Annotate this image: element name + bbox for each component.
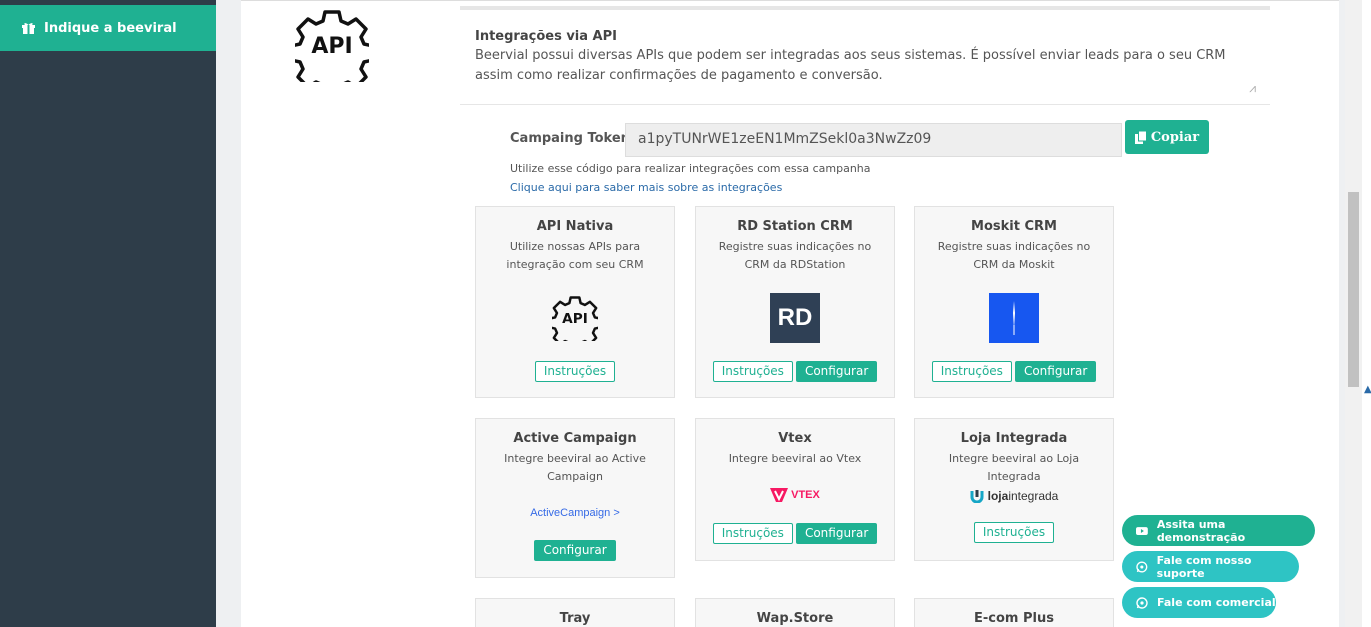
configurar-button[interactable]: Configurar xyxy=(1014,361,1097,382)
moskit-logo xyxy=(989,293,1039,343)
card-title: Loja Integrada xyxy=(960,431,1068,446)
card-title: Vtex xyxy=(778,431,812,446)
sidebar: Indique a beeviral xyxy=(0,0,216,627)
scrollbar-thumb[interactable] xyxy=(1348,192,1359,387)
token-help-text: Utilize esse código para realizar integr… xyxy=(510,162,871,175)
rd-station-logo: RD xyxy=(770,293,820,343)
card-title: E-com Plus xyxy=(974,611,1054,626)
card-title: Moskit CRM xyxy=(971,219,1057,234)
instrucoes-button[interactable]: Instruções xyxy=(712,523,793,544)
api-gear-icon: API xyxy=(552,296,598,341)
card-title: Wap.Store xyxy=(756,611,834,626)
card-wap-store: Wap.Store xyxy=(695,598,895,627)
instrucoes-button[interactable]: Instruções xyxy=(931,361,1012,382)
loja-integrada-logo: lojaintegrada xyxy=(970,489,1058,503)
card-description: Registre suas indicações no CRM da Moski… xyxy=(937,240,1091,271)
info-title: Integrações via API xyxy=(475,29,617,44)
loja-integrada-icon xyxy=(970,490,984,503)
whatsapp-icon xyxy=(1136,560,1148,573)
copy-button[interactable]: Copiar xyxy=(1125,120,1209,154)
svg-text:API: API xyxy=(311,34,352,59)
card-tray: Tray xyxy=(475,598,675,627)
instrucoes-button[interactable]: Instruções xyxy=(973,522,1055,543)
info-description: Beervial possui diversas APIs que podem … xyxy=(475,48,1226,83)
api-gear-icon: API xyxy=(295,10,369,82)
card-title: Active Campaign xyxy=(513,431,637,446)
card-description: Integre beeviral ao Loja Integrada xyxy=(948,452,1080,483)
card-rd-station: RD Station CRM Registre suas indicações … xyxy=(695,206,895,398)
arrow-icon: ▲ xyxy=(1364,384,1371,395)
instrucoes-button[interactable]: Instruções xyxy=(534,361,616,382)
card-api-nativa: API Nativa Utilize nossas APIs para inte… xyxy=(475,206,675,398)
configurar-button[interactable]: Configurar xyxy=(534,540,616,561)
resize-handle-icon[interactable]: ⩘ xyxy=(1249,81,1256,96)
card-title: RD Station CRM xyxy=(737,219,853,234)
configurar-button[interactable]: Configurar xyxy=(795,523,878,544)
card-vtex: Vtex Integre beeviral ao Vtex VTEX Instr… xyxy=(695,418,895,561)
sidebar-item-indique[interactable]: Indique a beeviral xyxy=(0,5,216,51)
card-ecom-plus: E-com Plus xyxy=(914,598,1114,627)
card-description: Registre suas indicações no CRM da RDSta… xyxy=(718,240,872,271)
instrucoes-button[interactable]: Instruções xyxy=(712,361,793,382)
token-field[interactable]: a1pyTUNrWE1zeEN1MmZSekl0a3NwZz09 xyxy=(625,123,1122,157)
sidebar-item-label: Indique a beeviral xyxy=(44,20,177,36)
card-loja-integrada: Loja Integrada Integre beeviral ao Loja … xyxy=(914,418,1114,561)
youtube-icon xyxy=(1136,526,1148,535)
card-title: Tray xyxy=(559,611,591,626)
svg-text:API: API xyxy=(562,311,588,327)
card-active-campaign: Active Campaign Integre beeviral ao Acti… xyxy=(475,418,675,578)
card-description: Integre beeviral ao Active Campaign xyxy=(504,452,646,483)
demo-button[interactable]: Assita uma demonstração xyxy=(1122,515,1315,546)
gift-icon xyxy=(22,22,35,34)
token-label: Campaing Token: xyxy=(510,131,636,146)
api-logo: API xyxy=(476,293,674,343)
sales-button[interactable]: Fale com comercial xyxy=(1122,587,1276,618)
api-info-box: Integrações via API Beervial possui dive… xyxy=(460,6,1270,105)
configurar-button[interactable]: Configurar xyxy=(795,361,878,382)
vtex-logo: VTEX xyxy=(770,488,820,502)
whatsapp-icon xyxy=(1136,596,1148,609)
active-campaign-logo: ActiveCampaign > xyxy=(530,507,620,519)
card-title: API Nativa xyxy=(536,219,614,234)
card-description: Utilize nossas APIs para integração com … xyxy=(506,240,644,271)
card-description: Integre beeviral ao Vtex xyxy=(728,452,862,465)
card-moskit: Moskit CRM Registre suas indicações no C… xyxy=(914,206,1114,398)
vtex-icon xyxy=(770,488,789,502)
copy-icon xyxy=(1134,130,1147,144)
integrations-help-link[interactable]: Clique aqui para saber mais sobre as int… xyxy=(510,181,782,194)
support-button[interactable]: Fale com nosso suporte xyxy=(1122,551,1299,582)
